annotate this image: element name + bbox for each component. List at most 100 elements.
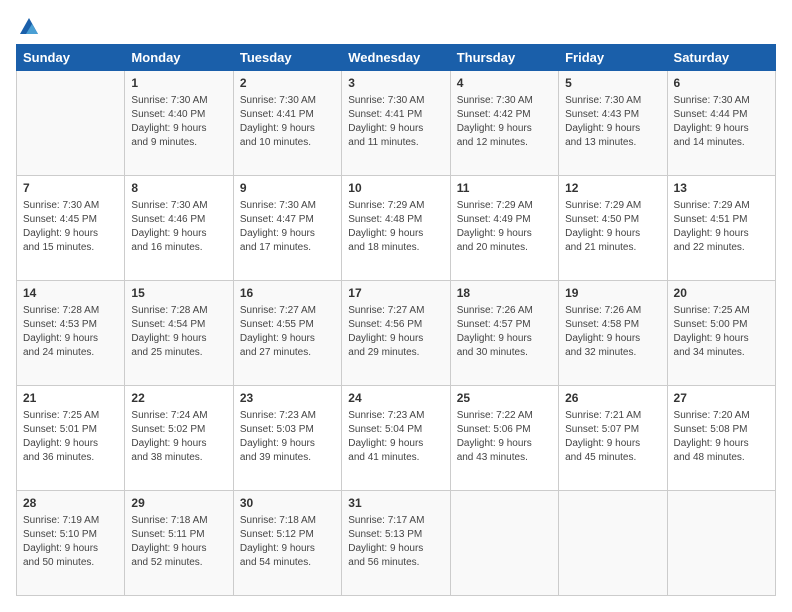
cell-info: Sunrise: 7:25 AMSunset: 5:00 PMDaylight:… xyxy=(674,304,769,360)
cell-info: Sunrise: 7:30 AMSunset: 4:46 PMDaylight:… xyxy=(131,199,226,255)
calendar-cell: 28 Sunrise: 7:19 AMSunset: 5:10 PMDayligh… xyxy=(17,491,125,596)
calendar-cell xyxy=(450,491,558,596)
cell-info: Sunrise: 7:30 AMSunset: 4:47 PMDaylight:… xyxy=(240,199,335,255)
calendar-cell: 25 Sunrise: 7:22 AMSunset: 5:06 PMDayligh… xyxy=(450,386,558,491)
calendar-cell: 26Sunrise: 7:21 AMSunset: 5:07 PMDayligh… xyxy=(559,386,667,491)
calendar-cell: 15Sunrise: 7:28 AMSunset: 4:54 PMDayligh… xyxy=(125,281,233,386)
day-header-tuesday: Tuesday xyxy=(233,45,341,71)
calendar-cell: 22 Sunrise: 7:24 AMSunset: 5:02 PMDayligh… xyxy=(125,386,233,491)
calendar-cell: 30 Sunrise: 7:18 AMSunset: 5:12 PMDayligh… xyxy=(233,491,341,596)
cell-info: Sunrise: 7:26 AMSunset: 4:58 PMDaylight:… xyxy=(565,304,660,360)
calendar-header-row: SundayMondayTuesdayWednesdayThursdayFrid… xyxy=(17,45,776,71)
day-number: 9 xyxy=(240,180,335,197)
calendar-cell: 31Sunrise: 7:17 AMSunset: 5:13 PMDayligh… xyxy=(342,491,450,596)
cell-info: Sunrise: 7:18 AMSunset: 5:11 PMDaylight:… xyxy=(131,514,226,570)
day-number: 1 xyxy=(131,75,226,92)
cell-info: Sunrise: 7:29 AMSunset: 4:48 PMDaylight:… xyxy=(348,199,443,255)
day-number: 31 xyxy=(348,495,443,512)
cell-info: Sunrise: 7:29 AMSunset: 4:50 PMDaylight:… xyxy=(565,199,660,255)
header xyxy=(16,16,776,34)
day-header-thursday: Thursday xyxy=(450,45,558,71)
day-number: 16 xyxy=(240,285,335,302)
day-number: 4 xyxy=(457,75,552,92)
calendar-cell: 8 Sunrise: 7:30 AMSunset: 4:46 PMDaylight… xyxy=(125,176,233,281)
day-number: 17 xyxy=(348,285,443,302)
calendar-cell xyxy=(667,491,775,596)
calendar-table: SundayMondayTuesdayWednesdayThursdayFrid… xyxy=(16,44,776,596)
week-row-0: 1 Sunrise: 7:30 AMSunset: 4:40 PMDaylight… xyxy=(17,71,776,176)
day-number: 25 xyxy=(457,390,552,407)
calendar-cell: 13 Sunrise: 7:29 AMSunset: 4:51 PMDayligh… xyxy=(667,176,775,281)
day-number: 11 xyxy=(457,180,552,197)
cell-info: Sunrise: 7:18 AMSunset: 5:12 PMDaylight:… xyxy=(240,514,335,570)
calendar-cell: 1 Sunrise: 7:30 AMSunset: 4:40 PMDaylight… xyxy=(125,71,233,176)
cell-info: Sunrise: 7:26 AMSunset: 4:57 PMDaylight:… xyxy=(457,304,552,360)
cell-info: Sunrise: 7:22 AMSunset: 5:06 PMDaylight:… xyxy=(457,409,552,465)
calendar-cell: 19Sunrise: 7:26 AMSunset: 4:58 PMDayligh… xyxy=(559,281,667,386)
cell-info: Sunrise: 7:23 AMSunset: 5:03 PMDaylight:… xyxy=(240,409,335,465)
day-number: 6 xyxy=(674,75,769,92)
day-number: 24 xyxy=(348,390,443,407)
cell-info: Sunrise: 7:29 AMSunset: 4:51 PMDaylight:… xyxy=(674,199,769,255)
day-number: 27 xyxy=(674,390,769,407)
cell-info: Sunrise: 7:28 AMSunset: 4:54 PMDaylight:… xyxy=(131,304,226,360)
calendar-cell: 16 Sunrise: 7:27 AMSunset: 4:55 PMDayligh… xyxy=(233,281,341,386)
week-row-2: 14 Sunrise: 7:28 AMSunset: 4:53 PMDayligh… xyxy=(17,281,776,386)
cell-info: Sunrise: 7:25 AMSunset: 5:01 PMDaylight:… xyxy=(23,409,118,465)
day-number: 26 xyxy=(565,390,660,407)
day-number: 8 xyxy=(131,180,226,197)
day-number: 2 xyxy=(240,75,335,92)
day-header-monday: Monday xyxy=(125,45,233,71)
day-header-wednesday: Wednesday xyxy=(342,45,450,71)
cell-info: Sunrise: 7:19 AMSunset: 5:10 PMDaylight:… xyxy=(23,514,118,570)
calendar-cell: 20 Sunrise: 7:25 AMSunset: 5:00 PMDayligh… xyxy=(667,281,775,386)
calendar-cell: 9 Sunrise: 7:30 AMSunset: 4:47 PMDaylight… xyxy=(233,176,341,281)
calendar-cell: 3Sunrise: 7:30 AMSunset: 4:41 PMDaylight… xyxy=(342,71,450,176)
day-number: 13 xyxy=(674,180,769,197)
cell-info: Sunrise: 7:29 AMSunset: 4:49 PMDaylight:… xyxy=(457,199,552,255)
cell-info: Sunrise: 7:27 AMSunset: 4:55 PMDaylight:… xyxy=(240,304,335,360)
calendar-cell: 27 Sunrise: 7:20 AMSunset: 5:08 PMDayligh… xyxy=(667,386,775,491)
cell-info: Sunrise: 7:23 AMSunset: 5:04 PMDaylight:… xyxy=(348,409,443,465)
calendar-cell: 7 Sunrise: 7:30 AMSunset: 4:45 PMDaylight… xyxy=(17,176,125,281)
calendar-cell: 4 Sunrise: 7:30 AMSunset: 4:42 PMDaylight… xyxy=(450,71,558,176)
cell-info: Sunrise: 7:20 AMSunset: 5:08 PMDaylight:… xyxy=(674,409,769,465)
week-row-4: 28 Sunrise: 7:19 AMSunset: 5:10 PMDayligh… xyxy=(17,491,776,596)
cell-info: Sunrise: 7:24 AMSunset: 5:02 PMDaylight:… xyxy=(131,409,226,465)
calendar-cell: 10Sunrise: 7:29 AMSunset: 4:48 PMDayligh… xyxy=(342,176,450,281)
calendar-cell: 11 Sunrise: 7:29 AMSunset: 4:49 PMDayligh… xyxy=(450,176,558,281)
day-number: 14 xyxy=(23,285,118,302)
day-number: 12 xyxy=(565,180,660,197)
week-row-3: 21 Sunrise: 7:25 AMSunset: 5:01 PMDayligh… xyxy=(17,386,776,491)
calendar-cell: 14 Sunrise: 7:28 AMSunset: 4:53 PMDayligh… xyxy=(17,281,125,386)
day-number: 21 xyxy=(23,390,118,407)
calendar-cell: 23Sunrise: 7:23 AMSunset: 5:03 PMDayligh… xyxy=(233,386,341,491)
calendar-cell: 29 Sunrise: 7:18 AMSunset: 5:11 PMDayligh… xyxy=(125,491,233,596)
logo-icon xyxy=(18,16,40,38)
day-number: 18 xyxy=(457,285,552,302)
day-number: 5 xyxy=(565,75,660,92)
calendar-cell: 5 Sunrise: 7:30 AMSunset: 4:43 PMDaylight… xyxy=(559,71,667,176)
calendar-cell xyxy=(559,491,667,596)
cell-info: Sunrise: 7:30 AMSunset: 4:42 PMDaylight:… xyxy=(457,94,552,150)
cell-info: Sunrise: 7:30 AMSunset: 4:45 PMDaylight:… xyxy=(23,199,118,255)
day-header-friday: Friday xyxy=(559,45,667,71)
page: SundayMondayTuesdayWednesdayThursdayFrid… xyxy=(0,0,792,612)
day-number: 7 xyxy=(23,180,118,197)
calendar-cell xyxy=(17,71,125,176)
cell-info: Sunrise: 7:28 AMSunset: 4:53 PMDaylight:… xyxy=(23,304,118,360)
cell-info: Sunrise: 7:30 AMSunset: 4:44 PMDaylight:… xyxy=(674,94,769,150)
calendar-cell: 2Sunrise: 7:30 AMSunset: 4:41 PMDaylight… xyxy=(233,71,341,176)
calendar-cell: 18 Sunrise: 7:26 AMSunset: 4:57 PMDayligh… xyxy=(450,281,558,386)
day-number: 28 xyxy=(23,495,118,512)
cell-info: Sunrise: 7:30 AMSunset: 4:43 PMDaylight:… xyxy=(565,94,660,150)
day-number: 20 xyxy=(674,285,769,302)
day-number: 30 xyxy=(240,495,335,512)
week-row-1: 7 Sunrise: 7:30 AMSunset: 4:45 PMDaylight… xyxy=(17,176,776,281)
day-number: 29 xyxy=(131,495,226,512)
calendar-cell: 21 Sunrise: 7:25 AMSunset: 5:01 PMDayligh… xyxy=(17,386,125,491)
day-number: 22 xyxy=(131,390,226,407)
day-header-sunday: Sunday xyxy=(17,45,125,71)
cell-info: Sunrise: 7:30 AMSunset: 4:40 PMDaylight:… xyxy=(131,94,226,150)
day-header-saturday: Saturday xyxy=(667,45,775,71)
